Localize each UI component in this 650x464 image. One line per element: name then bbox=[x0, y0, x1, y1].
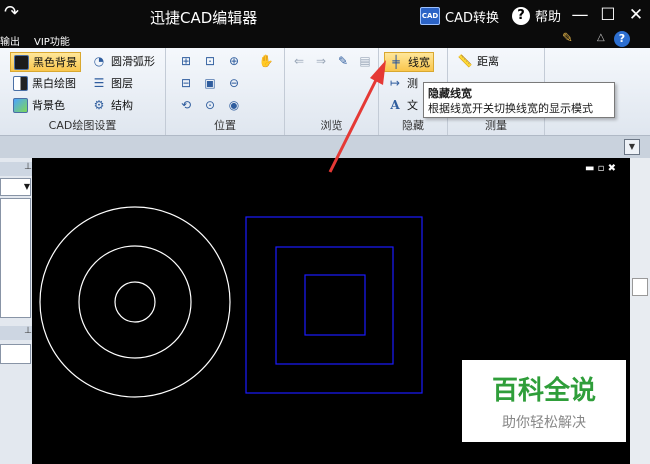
watermark-title: 百科全说 bbox=[491, 376, 596, 406]
watermark-subtitle: 助你轻松解决 bbox=[502, 415, 586, 431]
watermark: 百科全说 助你轻松解决 bbox=[462, 360, 626, 442]
arrow-head bbox=[370, 60, 386, 85]
arrow-shaft bbox=[328, 79, 378, 173]
